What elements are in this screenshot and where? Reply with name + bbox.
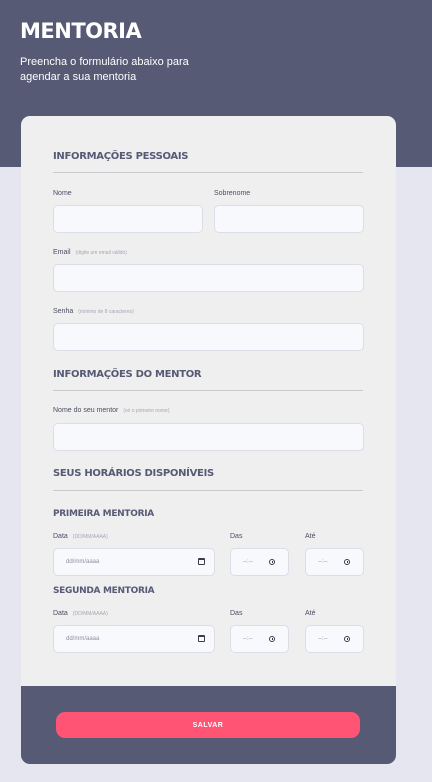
first-date-input[interactable]: dd/mm/aaaa xyxy=(53,548,215,576)
mentor-name-label-text: Nome do seu mentor xyxy=(53,407,119,414)
password-label-text: Senha xyxy=(53,308,74,315)
mentor-name-label: Nome do seu mentor (só o primeiro nome) xyxy=(53,407,170,414)
second-date-label-text: Data xyxy=(53,610,68,617)
email-field[interactable] xyxy=(53,264,364,292)
first-mentoring-title: PRIMEIRA MENTORIA xyxy=(53,509,154,519)
first-from-label: Das xyxy=(230,533,243,540)
section-divider xyxy=(53,490,363,491)
date-placeholder: dd/mm/aaaa xyxy=(66,636,100,642)
time-placeholder: --:-- xyxy=(318,636,328,642)
password-hint: (mínimo de 8 caracteres) xyxy=(78,309,134,315)
first-date-label: Data (DD/MM/AAAA) xyxy=(53,533,108,540)
password-field[interactable] xyxy=(53,323,364,351)
surname-label: Sobrenome xyxy=(214,190,251,197)
second-to-label: Até xyxy=(305,610,316,617)
section-title-schedule: SEUS HORÁRIOS DISPONÍVEIS xyxy=(53,468,214,479)
first-to-label: Até xyxy=(305,533,316,540)
clock-icon[interactable] xyxy=(269,636,275,642)
first-from-time-input[interactable]: --:-- xyxy=(230,548,289,576)
form-footer: SALVAR xyxy=(21,686,396,764)
save-button[interactable]: SALVAR xyxy=(56,712,360,738)
surname-field[interactable] xyxy=(214,205,364,233)
second-from-label: Das xyxy=(230,610,243,617)
section-divider xyxy=(53,390,363,391)
email-hint: (digite um email válido) xyxy=(75,250,127,256)
section-title-personal: INFORMAÇÕES PESSOAIS xyxy=(53,151,189,162)
second-date-hint: (DD/MM/AAAA) xyxy=(72,611,108,617)
name-field[interactable] xyxy=(53,205,203,233)
second-mentoring-title: SEGUNDA MENTORIA xyxy=(53,586,155,596)
time-placeholder: --:-- xyxy=(243,636,253,642)
email-label-text: Email xyxy=(53,249,71,256)
clock-icon[interactable] xyxy=(269,559,275,565)
clock-icon[interactable] xyxy=(344,636,350,642)
section-title-mentor: INFORMAÇÕES DO MENTOR xyxy=(53,369,202,380)
page-subtitle: Preencha o formulário abaixo para agenda… xyxy=(20,56,189,83)
date-placeholder: dd/mm/aaaa xyxy=(66,559,100,565)
calendar-icon[interactable] xyxy=(198,635,205,642)
first-to-time-input[interactable]: --:-- xyxy=(305,548,364,576)
time-placeholder: --:-- xyxy=(318,559,328,565)
second-to-time-input[interactable]: --:-- xyxy=(305,625,364,653)
calendar-icon[interactable] xyxy=(198,558,205,565)
clock-icon[interactable] xyxy=(344,559,350,565)
email-label: Email (digite um email válido) xyxy=(53,249,127,256)
second-date-input[interactable]: dd/mm/aaaa xyxy=(53,625,215,653)
password-label: Senha (mínimo de 8 caracteres) xyxy=(53,308,134,315)
page-title: MENTORIA xyxy=(20,19,142,43)
mentor-name-hint: (só o primeiro nome) xyxy=(123,408,170,414)
mentor-name-field[interactable] xyxy=(53,423,364,451)
name-label: Nome xyxy=(53,190,72,197)
first-date-hint: (DD/MM/AAAA) xyxy=(72,534,108,540)
mentoring-form: INFORMAÇÕES PESSOAIS Nome Sobrenome Emai… xyxy=(21,116,396,764)
section-divider xyxy=(53,172,363,173)
first-date-label-text: Data xyxy=(53,533,68,540)
second-from-time-input[interactable]: --:-- xyxy=(230,625,289,653)
time-placeholder: --:-- xyxy=(243,559,253,565)
second-date-label: Data (DD/MM/AAAA) xyxy=(53,610,108,617)
